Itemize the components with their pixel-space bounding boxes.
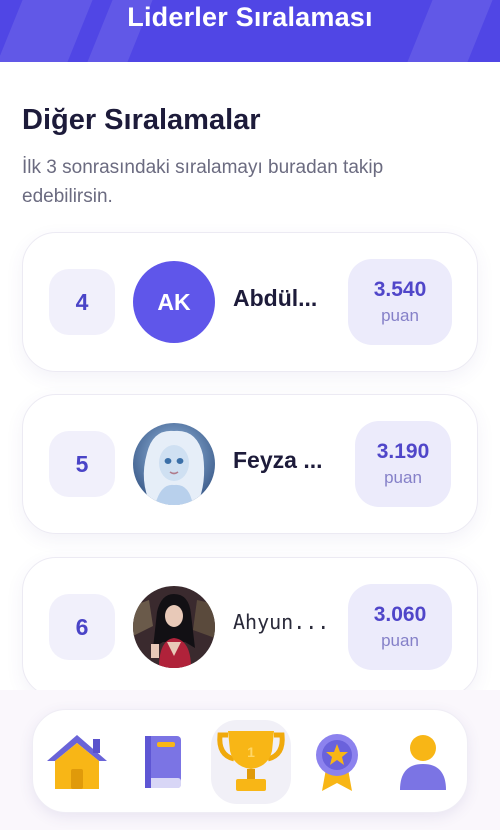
score-points: 3.060 bbox=[373, 603, 427, 626]
rank-badge: 4 bbox=[49, 269, 115, 335]
score-unit: puan bbox=[384, 468, 422, 487]
score-chip: 3.540 puan bbox=[348, 259, 452, 345]
user-name: Feyza ... bbox=[233, 447, 323, 473]
score-points: 3.190 bbox=[376, 440, 430, 463]
app-header: Liderler Sıralaması bbox=[0, 0, 500, 62]
user-name: Ahyun... bbox=[233, 610, 330, 634]
score-points: 3.540 bbox=[373, 278, 427, 301]
bottom-navigation: 1 bbox=[32, 709, 468, 813]
nav-profile[interactable] bbox=[385, 724, 461, 800]
section-title: Diğer Sıralamalar bbox=[22, 104, 261, 136]
score-unit: puan bbox=[381, 631, 419, 650]
user-name: Abdül... bbox=[233, 285, 318, 311]
score-chip: 3.060 puan bbox=[348, 584, 452, 670]
nav-leaderboard[interactable]: 1 bbox=[211, 720, 291, 804]
nav-library[interactable] bbox=[125, 724, 201, 800]
profile-icon bbox=[400, 735, 446, 790]
fairy-avatar-icon bbox=[133, 423, 215, 505]
rank-badge: 5 bbox=[49, 431, 115, 497]
vampire-avatar-icon bbox=[133, 586, 215, 668]
nav-achievements[interactable] bbox=[299, 724, 375, 800]
leaderboard-row[interactable]: 4 AK Abdül... 3.540 puan bbox=[22, 232, 478, 372]
home-icon bbox=[47, 735, 107, 789]
page-title: Liderler Sıralaması bbox=[127, 2, 373, 32]
nav-home[interactable] bbox=[39, 724, 115, 800]
section-subtitle: İlk 3 sonrasındaki sıralamayı buradan ta… bbox=[22, 157, 384, 207]
avatar: AK bbox=[133, 261, 215, 343]
score-unit: puan bbox=[381, 306, 419, 325]
leaderboard-row[interactable]: 5 Feyza ... 3.190 puan bbox=[22, 394, 478, 534]
svg-text:1: 1 bbox=[247, 744, 255, 760]
trophy-icon: 1 bbox=[217, 731, 285, 791]
badge-icon bbox=[316, 734, 358, 791]
book-icon bbox=[145, 736, 181, 788]
leaderboard-row[interactable]: 6 Ahyun... 3.060 puan bbox=[22, 557, 478, 697]
score-chip: 3.190 puan bbox=[355, 421, 451, 507]
rank-badge: 6 bbox=[49, 594, 115, 660]
